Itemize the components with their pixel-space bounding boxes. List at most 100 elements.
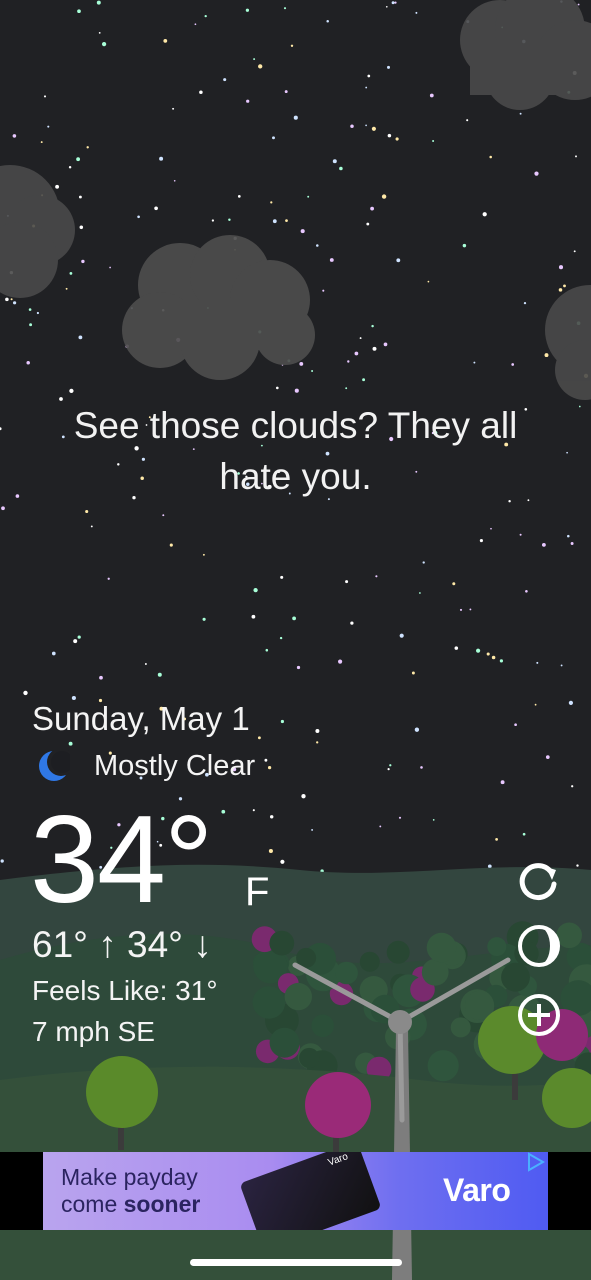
star [269,815,274,819]
star [568,700,574,706]
star [36,311,40,315]
star [40,141,43,144]
condition-text: Mostly Clear [94,749,256,782]
ad-choices-icon[interactable] [525,1152,545,1172]
star [350,621,354,625]
star [279,636,283,640]
bush [311,1014,335,1038]
bush [427,1050,459,1082]
star [534,703,537,706]
refresh-button[interactable] [516,858,562,904]
star [47,125,50,128]
ad-content[interactable]: Make payday come sooner Varo Varo [43,1152,548,1230]
star [387,65,390,69]
star [69,388,74,394]
star [290,44,294,47]
home-indicator[interactable] [190,1259,402,1266]
star [577,3,580,6]
star [332,159,337,164]
star [519,112,522,115]
star [299,361,304,366]
star [395,137,399,141]
moon-phase-icon [518,925,560,967]
star [144,663,147,665]
quote-line-1: See those clouds? They all [73,405,518,446]
star [414,727,420,732]
star [389,764,392,767]
star [311,370,314,372]
star [172,107,175,110]
star [429,93,434,98]
star [326,19,329,23]
star [452,582,456,586]
star [375,575,378,578]
ad-line-2: come sooner [61,1191,200,1218]
star [570,542,574,545]
star [490,527,492,530]
star [73,639,78,644]
star [420,766,423,769]
star [462,243,467,248]
star [163,39,168,43]
star [398,816,402,819]
star [482,212,487,217]
crescent-moon-icon [39,750,70,781]
star [487,864,492,869]
star [296,665,301,670]
star [245,8,250,12]
star [372,346,377,351]
star [338,659,343,664]
star [560,664,563,667]
star [65,287,68,290]
date-label: Sunday, May 1 [32,700,250,737]
high-low-temperature: 61° ↑ 34° ↓ [32,924,212,965]
star [523,301,527,305]
ad-headline: Make payday come sooner [61,1164,200,1218]
star [237,195,241,198]
star [137,215,140,219]
add-location-button[interactable] [516,992,562,1038]
temperature-unit: F [245,870,270,914]
star [454,646,459,650]
star [77,9,81,14]
bush [269,1027,300,1058]
star [371,126,376,131]
star [284,90,288,94]
star [301,794,306,799]
moon-phase-button[interactable] [516,923,562,969]
star [541,542,546,547]
star [1,506,5,511]
star [86,146,89,149]
ad-brand-logo: Varo [443,1172,511,1208]
star [534,171,539,176]
ad-line-2-bold: sooner [123,1191,201,1217]
star [78,335,83,340]
bush [284,982,312,1011]
star [251,614,256,619]
star [29,323,33,327]
star [466,119,469,122]
night-scene-background [0,0,591,1280]
star [26,361,30,365]
star [499,659,503,663]
star [76,157,80,162]
star [294,388,299,393]
star [366,222,370,226]
star [199,90,203,94]
star [383,342,388,347]
star [55,184,60,189]
star [78,195,82,199]
ad-line-2-prefix: come [61,1191,124,1217]
star [578,405,581,408]
star [275,386,279,390]
star [307,195,310,198]
star [396,258,401,263]
star [253,58,256,61]
star [415,11,418,14]
bush [421,958,449,986]
star [267,765,272,770]
star [12,301,17,305]
star [272,136,275,140]
star [221,809,226,814]
bush [426,932,457,963]
